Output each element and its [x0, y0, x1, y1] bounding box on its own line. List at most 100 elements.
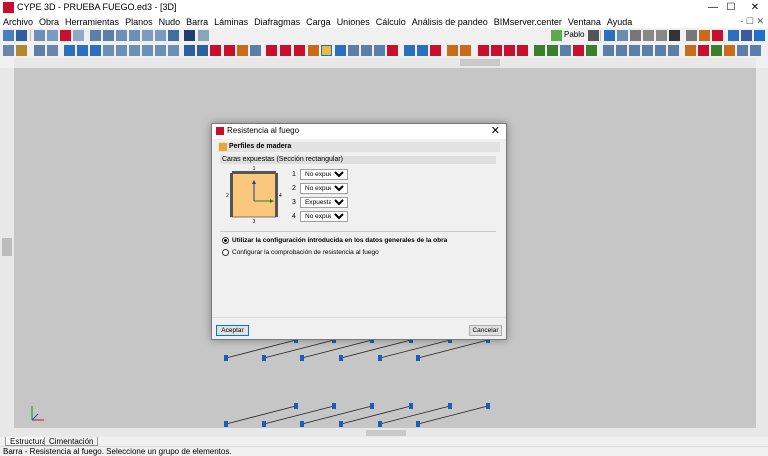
structure-bar[interactable] [263, 339, 335, 359]
weld-icon[interactable] [642, 45, 653, 56]
errors-icon[interactable] [573, 45, 584, 56]
node-support[interactable] [378, 355, 382, 361]
node-support[interactable] [294, 403, 298, 409]
tools-icon[interactable] [669, 30, 680, 41]
render-icon[interactable] [184, 30, 195, 41]
close-button[interactable]: ✕ [742, 1, 768, 15]
settings-icon[interactable] [686, 30, 697, 41]
stress-icon[interactable] [478, 45, 489, 56]
group-icon[interactable] [361, 45, 372, 56]
view-options-icon[interactable] [750, 45, 761, 56]
mirror-icon[interactable] [168, 45, 179, 56]
split-icon[interactable] [103, 45, 114, 56]
dialog-close-button[interactable]: ✕ [491, 124, 500, 137]
slab-icon[interactable] [460, 45, 471, 56]
node-support[interactable] [300, 355, 304, 361]
top-scrollbar[interactable] [14, 58, 756, 68]
bolt-icon[interactable] [629, 45, 640, 56]
left-scrollbar[interactable] [0, 68, 14, 428]
wizard-icon[interactable] [73, 30, 84, 41]
structure-bar[interactable] [417, 405, 489, 425]
window-select-icon[interactable] [417, 45, 428, 56]
left-scrollbar-thumb[interactable] [2, 238, 12, 256]
search-icon[interactable] [588, 30, 599, 41]
optimize-icon[interactable] [586, 45, 597, 56]
radio-button[interactable] [222, 249, 229, 256]
node-support[interactable] [332, 403, 336, 409]
node-support[interactable] [262, 355, 266, 361]
axial-icon[interactable] [517, 45, 528, 56]
measure-icon[interactable] [198, 30, 209, 41]
zoom-icon[interactable] [142, 30, 153, 41]
load-icon[interactable] [280, 45, 291, 56]
undo-icon[interactable] [90, 30, 101, 41]
array-icon[interactable] [155, 45, 166, 56]
beam-icon[interactable] [711, 45, 722, 56]
connection-icon[interactable] [603, 45, 614, 56]
structure-bar[interactable] [379, 405, 451, 425]
report-icon[interactable] [643, 30, 654, 41]
structure-bar[interactable] [340, 405, 412, 425]
node-support[interactable] [262, 421, 266, 427]
user-name[interactable]: Pablo [564, 30, 584, 39]
structure-bar[interactable] [225, 405, 297, 425]
node-support[interactable] [416, 421, 420, 427]
footing-icon[interactable] [698, 45, 709, 56]
buckling-icon[interactable] [237, 45, 248, 56]
bracing-icon[interactable] [184, 45, 195, 56]
diagonal-icon[interactable] [197, 45, 208, 56]
face-3-select[interactable]: No expuestaExpuesta [300, 197, 348, 208]
coefficient-icon[interactable] [294, 45, 305, 56]
move-icon[interactable] [64, 45, 75, 56]
align-icon[interactable] [77, 45, 88, 56]
top-scrollbar-thumb[interactable] [460, 59, 500, 66]
view-3d-icon[interactable] [168, 30, 179, 41]
check-bar-icon[interactable] [534, 45, 545, 56]
structure-bar[interactable] [417, 339, 489, 359]
anchor-icon[interactable] [668, 45, 679, 56]
edit-icon[interactable] [699, 30, 710, 41]
deflection-icon[interactable] [266, 45, 277, 56]
rotate-profile-icon[interactable] [335, 45, 346, 56]
zoom-window-icon[interactable] [103, 30, 114, 41]
profile-icon[interactable] [250, 45, 261, 56]
bar-describe-icon[interactable] [47, 45, 58, 56]
material-icon[interactable] [374, 45, 385, 56]
structure-bar[interactable] [301, 339, 373, 359]
node-support[interactable] [378, 421, 382, 427]
node-support[interactable] [416, 355, 420, 361]
structure-bar[interactable] [379, 339, 451, 359]
magnet-icon[interactable] [60, 30, 71, 41]
join-icon[interactable] [116, 45, 127, 56]
accept-button[interactable]: Aceptar [216, 325, 249, 336]
rotate-icon[interactable] [129, 30, 140, 41]
select-icon[interactable] [404, 45, 415, 56]
structure-bar[interactable] [301, 405, 373, 425]
pile-icon[interactable] [724, 45, 735, 56]
radio-custom-config[interactable]: Configurar la comprobación de resistenci… [222, 248, 502, 258]
grid-icon[interactable] [90, 45, 101, 56]
stiffener-icon[interactable] [655, 45, 666, 56]
cancel-button[interactable]: Cancelar [469, 325, 502, 336]
node-support[interactable] [486, 403, 490, 409]
print-icon[interactable] [34, 30, 45, 41]
radio-general-config[interactable]: Utilizar la configuración introducida en… [222, 236, 502, 246]
node-new-icon[interactable] [3, 45, 14, 56]
compute-icon[interactable] [547, 45, 558, 56]
help-icon[interactable] [754, 30, 765, 41]
moment-icon[interactable] [491, 45, 502, 56]
structure-bar[interactable] [263, 405, 335, 425]
wall-icon[interactable] [737, 45, 748, 56]
frame-icon[interactable] [129, 45, 140, 56]
window-icon[interactable] [604, 30, 615, 41]
structure-bar[interactable] [340, 339, 412, 359]
export-icon[interactable] [47, 30, 58, 41]
structure-bar[interactable] [225, 339, 297, 359]
truss-icon[interactable] [142, 45, 153, 56]
lateral-icon[interactable] [308, 45, 319, 56]
node-support[interactable] [409, 403, 413, 409]
mdi-controls[interactable]: - ☐ ✕ [740, 16, 764, 27]
save-icon[interactable] [16, 30, 27, 41]
layout-icon[interactable] [617, 30, 628, 41]
zoom-all-icon[interactable] [116, 30, 127, 41]
